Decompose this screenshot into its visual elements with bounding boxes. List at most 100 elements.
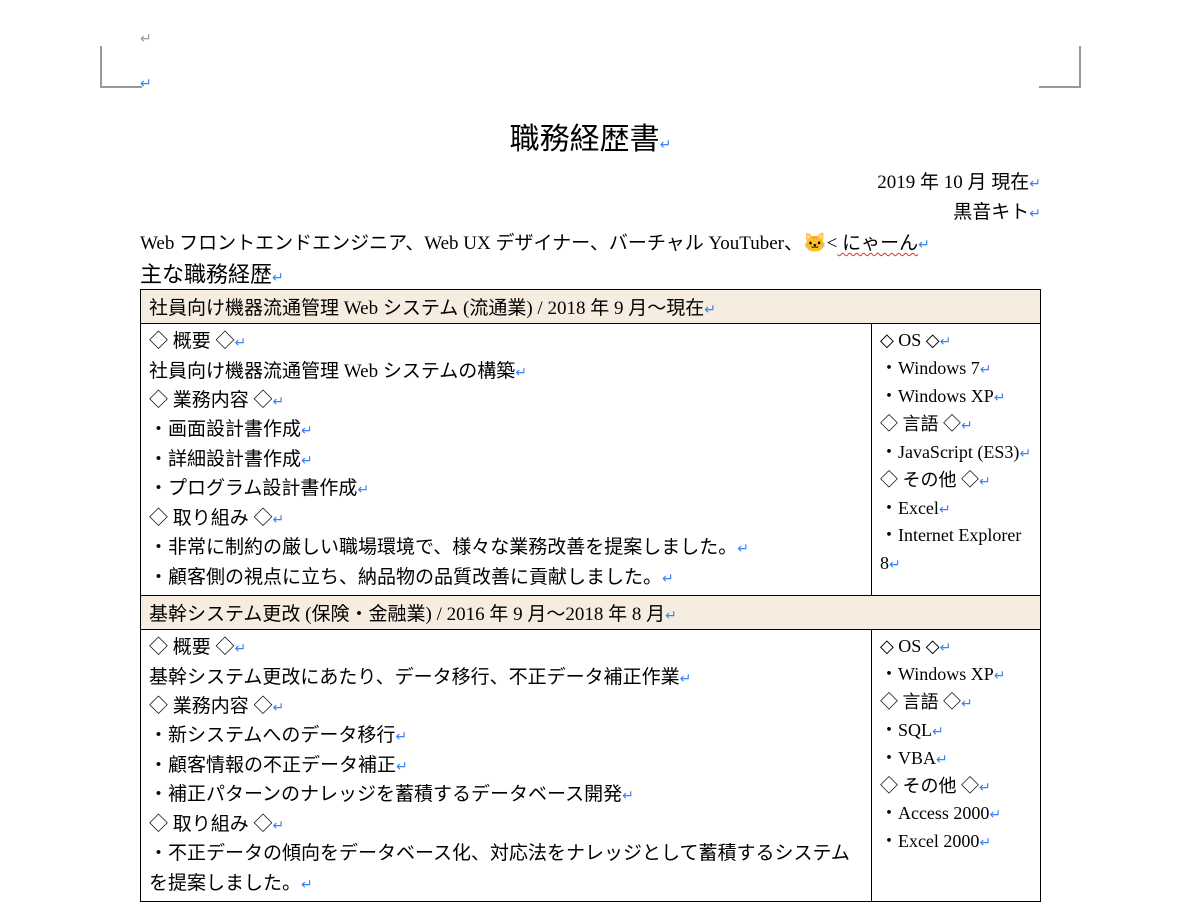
job1-h-os: ◇ OS ◇: [880, 330, 940, 350]
job2-h-overview: ◇ 概要 ◇: [149, 637, 235, 658]
paragraph-mark-icon: ↵: [622, 787, 634, 803]
section-heading: 主な職務経歴↵: [140, 257, 1041, 289]
document-title: 職務経歴書↵: [140, 114, 1041, 158]
job2-os1: ・Windows XP: [880, 664, 994, 684]
paragraph-mark-icon: ↵: [939, 501, 951, 517]
paragraph-mark-icon: ↵: [1029, 205, 1041, 221]
paragraph-mark-icon: ↵: [979, 779, 991, 795]
job2-other2: ・Excel 2000: [880, 831, 979, 851]
paragraph-mark-icon: ↵: [989, 806, 1001, 822]
job2-h-lang: ◇ 言語 ◇: [880, 692, 961, 712]
job2-duty2: ・顧客情報の不正データ補正: [149, 755, 396, 776]
intro-lt: <: [827, 233, 838, 254]
paragraph-mark-icon: ↵: [932, 723, 944, 739]
paragraph-mark-icon: ↵: [273, 393, 285, 409]
paragraph-mark-icon: ↵: [961, 695, 973, 711]
paragraph-mark-icon: ↵: [273, 699, 285, 715]
job1-h-duties: ◇ 業務内容 ◇: [149, 390, 273, 411]
paragraph-mark-icon: ↵: [273, 817, 285, 833]
job1-body-row: ◇ 概要 ◇↵ 社員向け機器流通管理 Web システムの構築↵ ◇ 業務内容 ◇…: [141, 324, 1041, 596]
job1-effort1: ・非常に制約の厳しい職場環境で、様々な業務改善を提案しました。: [149, 537, 737, 558]
job1-header-row: 社員向け機器流通管理 Web システム (流通業) / 2018 年 9 月〜現…: [141, 290, 1041, 324]
job2-body-row: ◇ 概要 ◇↵ 基幹システム更改にあたり、データ移行、不正データ補正作業↵ ◇ …: [141, 630, 1041, 902]
job1-h-other: ◇ その他 ◇: [880, 470, 979, 490]
paragraph-mark-icon: ↵: [272, 269, 284, 285]
job2-h-other: ◇ その他 ◇: [880, 776, 979, 796]
paragraph-mark-icon: ↵: [235, 640, 247, 656]
paragraph-mark-icon: ↵: [994, 389, 1006, 405]
paragraph-mark-icon: ↵: [396, 758, 408, 774]
job1-h-overview: ◇ 概要 ◇: [149, 331, 235, 352]
paragraph-mark-icon: ↵: [680, 670, 692, 686]
job2-effort1: ・不正データの傾向をデータベース化、対応法をナレッジとして蓄積するシステムを提案…: [149, 843, 850, 893]
paragraph-mark-icon: ↵: [357, 481, 369, 497]
document-meta: 2019 年 10 月 現在↵ 黒音キト↵: [140, 168, 1041, 229]
paragraph-mark-icon: ↵: [235, 334, 247, 350]
paragraph-mark-icon: ↵: [940, 639, 952, 655]
paragraph-mark-icon: ↵: [979, 834, 991, 850]
intro-prefix: Web フロントエンドエンジニア、Web UX デザイナー、バーチャル YouT…: [140, 233, 803, 254]
document-page: ↵ ↵ 職務経歴書↵ 2019 年 10 月 現在↵ 黒音キト↵ Web フロン…: [0, 0, 1181, 890]
job2-overview: 基幹システム更改にあたり、データ移行、不正データ補正作業: [149, 667, 680, 688]
paragraph-mark-icon: ↵: [301, 452, 313, 468]
job1-left-cell: ◇ 概要 ◇↵ 社員向け機器流通管理 Web システムの構築↵ ◇ 業務内容 ◇…: [141, 324, 872, 596]
job2-duty1: ・新システムへのデータ移行: [149, 725, 395, 746]
title-text: 職務経歴書: [510, 123, 660, 156]
job1-duty2: ・詳細設計書作成: [149, 449, 301, 470]
job2-other1: ・Access 2000: [880, 803, 989, 823]
meta-date: 2019 年 10 月 現在: [877, 172, 1029, 193]
paragraph-mark-icon: ↵: [395, 728, 407, 744]
paragraph-mark-icon: ↵: [301, 422, 313, 438]
job1-h-effort: ◇ 取り組み ◇: [149, 508, 273, 529]
job1-lang1: ・JavaScript (ES3): [880, 442, 1019, 462]
paragraph-mark-icon: ↵: [662, 570, 674, 586]
job1-header-cell: 社員向け機器流通管理 Web システム (流通業) / 2018 年 9 月〜現…: [141, 290, 1041, 324]
paragraph-mark-icon: ↵: [918, 236, 930, 252]
page-corner-top-right: [1039, 46, 1081, 88]
paragraph-mark-icon: ↵: [660, 136, 672, 152]
job1-duty3: ・プログラム設計書作成: [149, 478, 357, 499]
job2-header-text: 基幹システム更改 (保険・金融業) / 2016 年 9 月〜2018 年 8 …: [149, 604, 665, 625]
paragraph-mark-icon: ↵: [1019, 445, 1031, 461]
page-corner-top-left: [100, 46, 142, 88]
job2-lang2: ・VBA: [880, 748, 936, 768]
job2-h-os: ◇ OS ◇: [880, 636, 940, 656]
paragraph-mark-icon: ↵: [140, 75, 152, 92]
paragraph-mark-icon: ↵: [737, 540, 749, 556]
job2-lang1: ・SQL: [880, 720, 932, 740]
paragraph-mark-icon: ↵: [889, 556, 901, 572]
paragraph-mark-icon: ↵: [301, 876, 313, 892]
job2-h-duties: ◇ 業務内容 ◇: [149, 696, 273, 717]
job1-duty1: ・画面設計書作成: [149, 419, 301, 440]
job1-h-lang: ◇ 言語 ◇: [880, 414, 961, 434]
paragraph-mark-icon: ↵: [665, 607, 677, 623]
intro-line: Web フロントエンドエンジニア、Web UX デザイナー、バーチャル YouT…: [140, 229, 1041, 259]
job1-other1: ・Excel: [880, 498, 939, 518]
section-heading-text: 主な職務経歴: [140, 262, 272, 287]
paragraph-mark-icon: ↵: [940, 333, 952, 349]
paragraph-mark-icon: ↵: [979, 473, 991, 489]
meta-name: 黒音キト: [953, 202, 1029, 223]
job1-other2: ・Internet Explorer 8: [880, 525, 1021, 573]
cat-icon: 🐱: [803, 233, 827, 254]
paragraph-mark-icon: ↵: [980, 361, 992, 377]
job2-h-effort: ◇ 取り組み ◇: [149, 814, 273, 835]
intro-wavy: にゃーん: [837, 233, 918, 254]
job2-left-cell: ◇ 概要 ◇↵ 基幹システム更改にあたり、データ移行、不正データ補正作業↵ ◇ …: [141, 630, 872, 902]
paragraph-mark-icon: ↵: [961, 417, 973, 433]
job1-os2: ・Windows XP: [880, 386, 994, 406]
job1-right-cell: ◇ OS ◇↵ ・Windows 7↵ ・Windows XP↵ ◇ 言語 ◇↵…: [871, 324, 1040, 596]
job1-os1: ・Windows 7: [880, 358, 980, 378]
resume-table: 社員向け機器流通管理 Web システム (流通業) / 2018 年 9 月〜現…: [140, 289, 1041, 902]
header-area: ↵ ↵: [140, 20, 1041, 90]
job2-duty3: ・補正パターンのナレッジを蓄積するデータベース開発: [149, 784, 622, 805]
paragraph-mark-icon: ↵: [994, 667, 1006, 683]
job2-header-row: 基幹システム更改 (保険・金融業) / 2016 年 9 月〜2018 年 8 …: [141, 596, 1041, 630]
job2-right-cell: ◇ OS ◇↵ ・Windows XP↵ ◇ 言語 ◇↵ ・SQL↵ ・VBA↵…: [871, 630, 1040, 902]
paragraph-mark-icon: ↵: [936, 751, 948, 767]
job1-header-text: 社員向け機器流通管理 Web システム (流通業) / 2018 年 9 月〜現…: [149, 298, 704, 319]
job2-header-cell: 基幹システム更改 (保険・金融業) / 2016 年 9 月〜2018 年 8 …: [141, 596, 1041, 630]
paragraph-mark-icon: ↵: [515, 364, 527, 380]
paragraph-mark-icon: ↵: [273, 511, 285, 527]
paragraph-mark-icon: ↵: [140, 30, 152, 47]
